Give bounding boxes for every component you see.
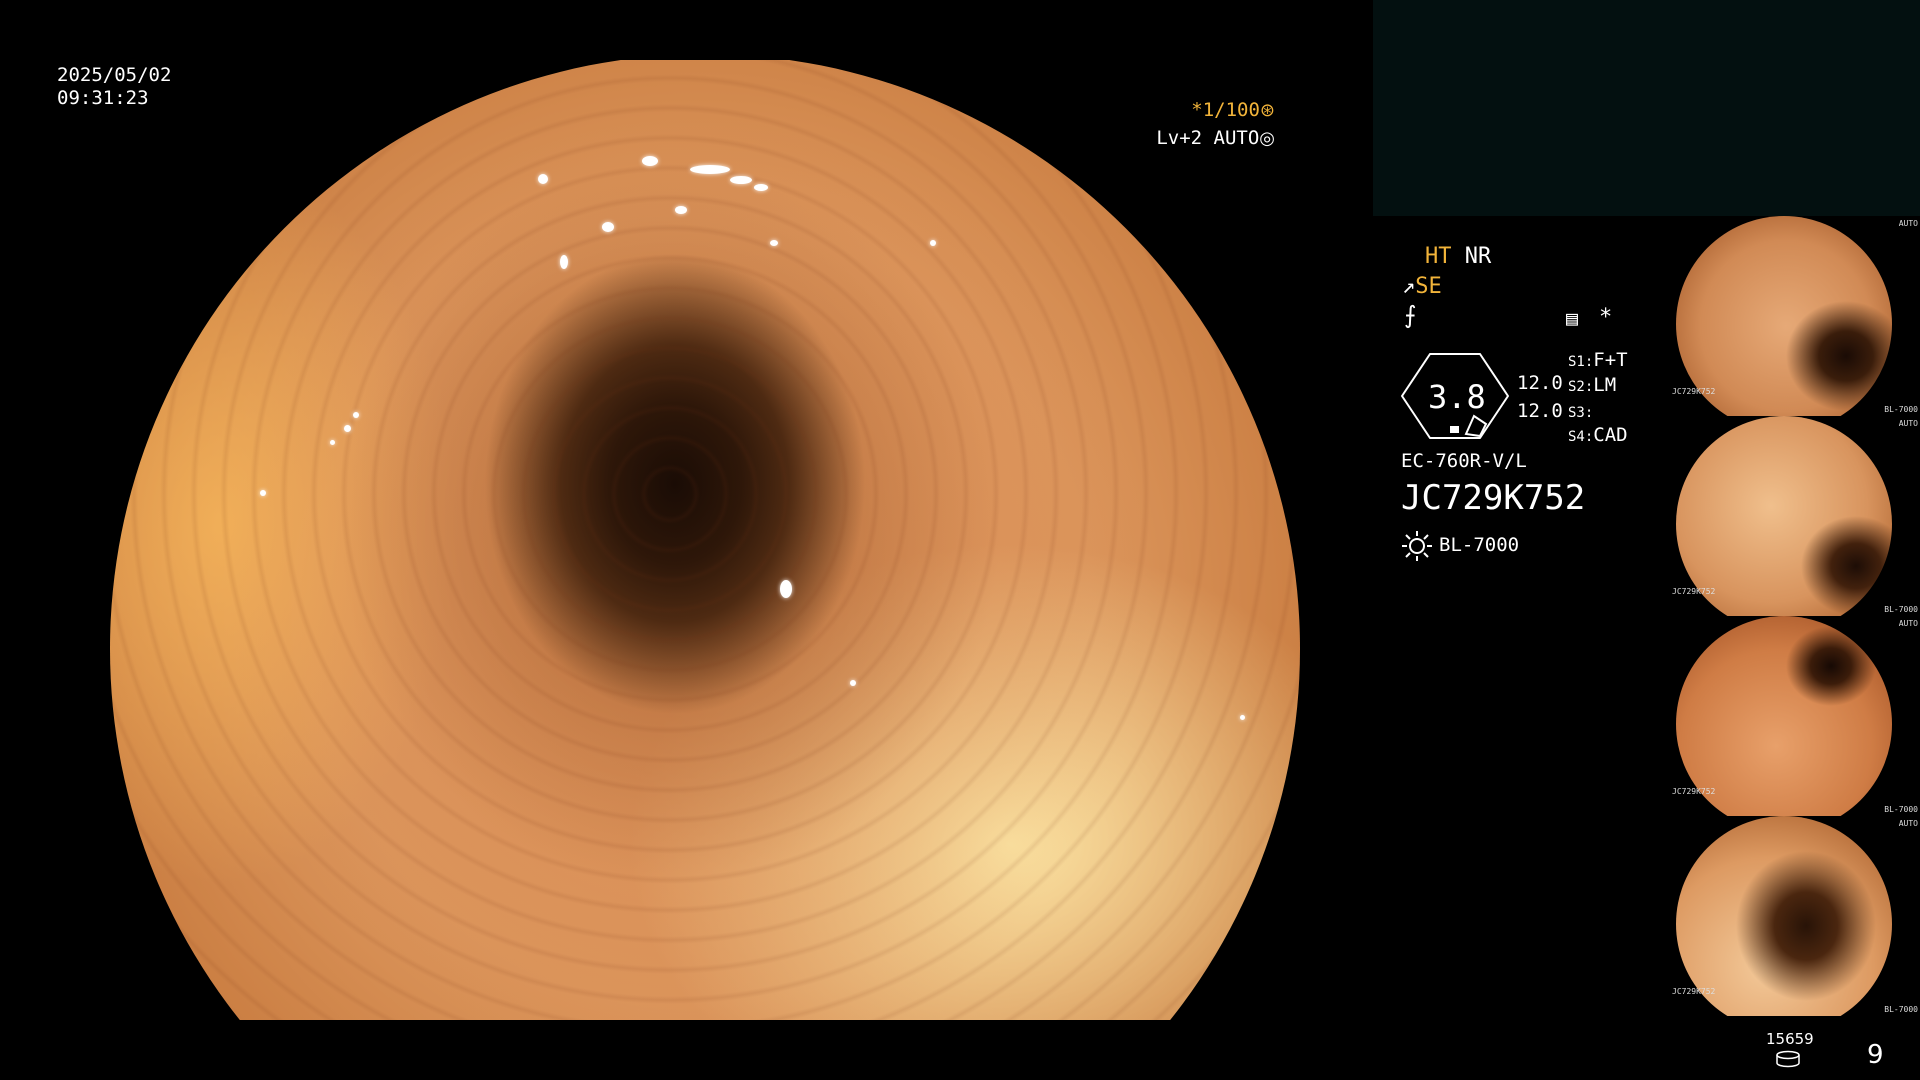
level-text: Lv+2 AUTO [1156, 127, 1260, 149]
thumbnail-id: JC729K752 [1672, 587, 1716, 596]
preview-panel [1373, 0, 1920, 216]
ht-nr-indicator: HT NR [1425, 246, 1491, 268]
thumbnail-image [1676, 616, 1892, 816]
thumbnail-id: JC729K752 [1672, 787, 1716, 796]
thumbnail-light: BL-7000 [1884, 1005, 1918, 1014]
switch-sep: : [1584, 405, 1594, 421]
thumbnail-image [1676, 216, 1892, 416]
light-reflection [260, 490, 266, 496]
thumbnail-level: AUTO [1898, 819, 1918, 828]
light-reflection [770, 240, 778, 246]
switch-key: S2 [1568, 379, 1585, 395]
iris-level-indicator: Lv+2 AUTO◎ [1156, 129, 1275, 148]
page-number: 9 [1867, 1040, 1884, 1070]
scope-serial: JC729K752 [1401, 478, 1586, 518]
switch-s3: S3: [1568, 402, 1593, 421]
scope-model: EC-760R-V/L [1401, 450, 1527, 472]
switch-s4: S4:CAD [1568, 426, 1628, 445]
switch-value: F+T [1593, 349, 1628, 371]
switch-value: CAD [1593, 424, 1628, 446]
thumbnail-light: BL-7000 [1884, 805, 1918, 814]
structure-enhance-icon: ↗ [1402, 274, 1416, 299]
thumbnail-level: AUTO [1898, 219, 1918, 228]
se-indicator: ↗SE [1402, 276, 1442, 298]
light-reflection [690, 165, 730, 174]
thumbnail-light: BL-7000 [1884, 605, 1918, 614]
light-reflection [930, 240, 936, 246]
light-reflection [538, 174, 548, 184]
thumbnail-id: JC729K752 [1672, 987, 1716, 996]
main-endoscope-view [110, 60, 1300, 1020]
light-source-icon [1402, 531, 1432, 561]
image-count: 15659 [1766, 1030, 1814, 1048]
timestamp: 2025/05/02 09:31:23 [57, 66, 171, 112]
ht-label: HT [1425, 244, 1452, 269]
date-text: 2025/05/02 [57, 64, 172, 86]
endoscopy-screen: 2025/05/02 09:31:23 *1/100⊛ Lv+2 AUTO◎ H… [0, 0, 1920, 1080]
thumbnail-4[interactable]: AUTO JC729K752 BL-7000 [1670, 816, 1920, 1016]
switch-value: LM [1593, 374, 1617, 396]
thumbnail-level: AUTO [1898, 619, 1918, 628]
light-reflection [353, 412, 359, 418]
switch-key: S1 [1568, 354, 1585, 370]
light-reflection [642, 156, 658, 166]
thumbnail-3[interactable]: AUTO JC729K752 BL-7000 [1670, 616, 1920, 816]
light-reflection [560, 255, 568, 269]
memo-icon: ▤ [1566, 306, 1579, 330]
thumbnail-id: JC729K752 [1672, 387, 1716, 396]
storage-icon [1776, 1050, 1800, 1068]
nr-label: NR [1464, 244, 1492, 269]
thumbnail-2[interactable]: AUTO JC729K752 BL-7000 [1670, 416, 1920, 616]
light-reflection [602, 222, 614, 232]
iris-auto-icon: ◎ [1259, 128, 1275, 149]
light-reflection [780, 580, 792, 598]
switch-key: S3 [1568, 405, 1585, 421]
aperture-icon: ⊛ [1259, 100, 1275, 121]
thumbnail-image [1676, 416, 1892, 616]
thumbnail-level: AUTO [1898, 419, 1918, 428]
switch-s2: S2:LM [1568, 376, 1616, 395]
light-reflection [730, 176, 752, 184]
thumbnail-light: BL-7000 [1884, 405, 1918, 414]
shutter-indicator: *1/100⊛ [1191, 101, 1275, 120]
light-reflection [1240, 715, 1245, 720]
light-reflection [330, 440, 335, 445]
switch-key: S4 [1568, 429, 1585, 445]
thumbnail-image [1676, 816, 1892, 1016]
light-source-label: BL-7000 [1439, 534, 1520, 556]
gauge-row-1: 12.0 [1517, 372, 1563, 394]
gauge-row-2: 12.0 [1517, 400, 1563, 422]
thumbnail-1[interactable]: AUTO JC729K752 BL-7000 [1670, 216, 1920, 416]
light-reflection [850, 680, 856, 686]
time-text: 09:31:23 [57, 87, 149, 109]
light-reflection [754, 184, 768, 191]
gauge-value: 3.8 [1428, 378, 1486, 416]
shutter-text: *1/100 [1191, 99, 1260, 121]
star-marker: * [1599, 305, 1613, 330]
se-label: SE [1415, 274, 1442, 299]
light-reflection [675, 206, 687, 214]
switch-s1: S1:F+T [1568, 351, 1628, 370]
color-enhance-icon: ⨍ [1404, 301, 1417, 329]
light-reflection [344, 425, 351, 432]
